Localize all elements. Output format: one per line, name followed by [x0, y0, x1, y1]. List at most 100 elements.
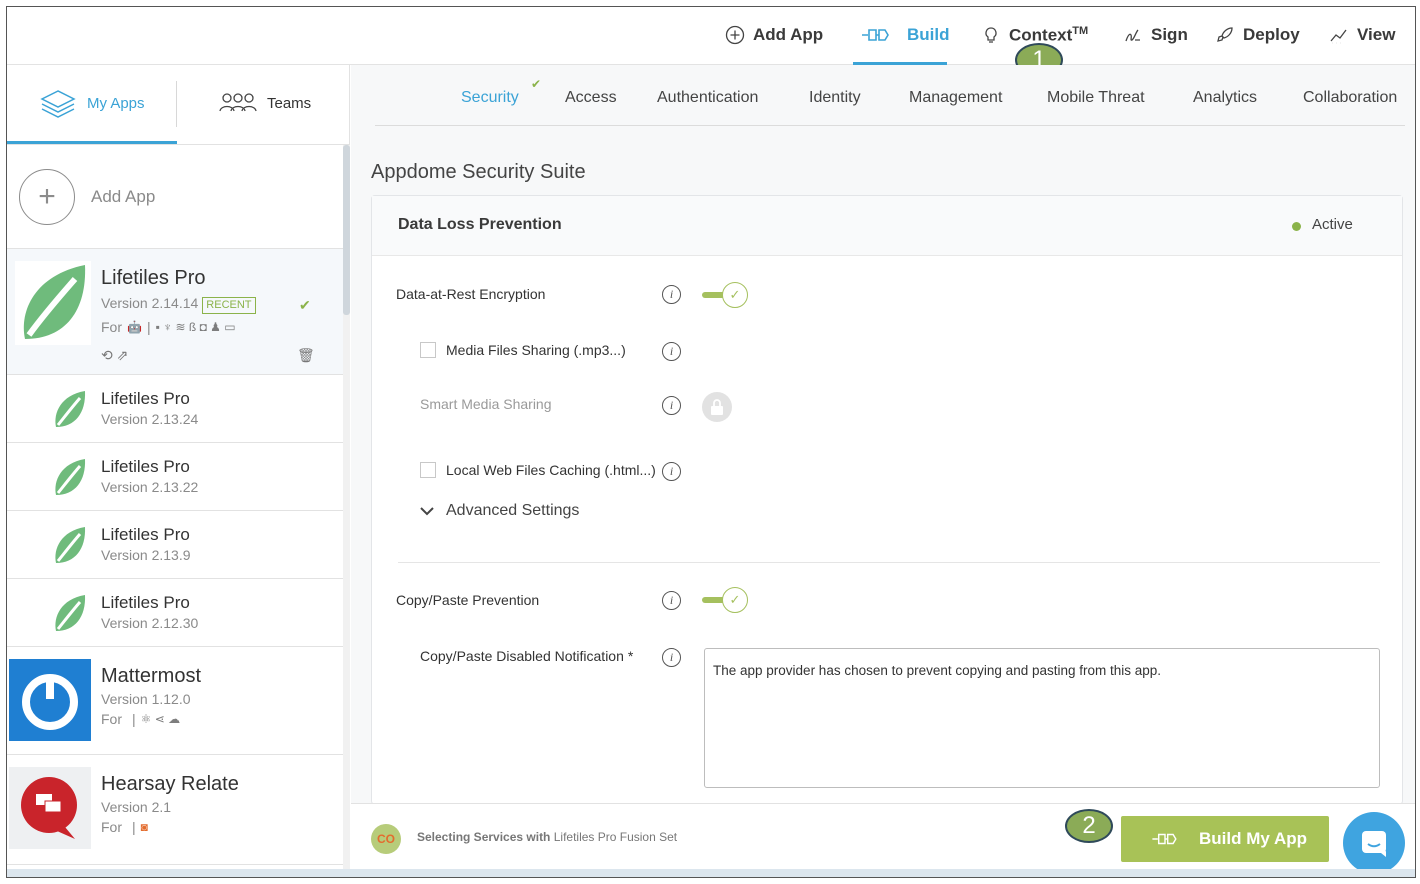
- copy-paste-toggle[interactable]: ✓: [702, 587, 748, 613]
- service-tabs: Security ✔ Access Authentication Identit…: [351, 65, 1415, 127]
- tab-my-apps[interactable]: My Apps: [39, 85, 145, 121]
- card-header: Data Loss Prevention Active: [372, 196, 1402, 256]
- dar-toggle[interactable]: ✓: [702, 282, 748, 308]
- tab-management[interactable]: Management: [909, 89, 1002, 107]
- tab-teams[interactable]: Teams: [219, 85, 311, 121]
- app-list-item[interactable]: Hearsay Relate Version 2.1 For | ◙: [7, 755, 343, 865]
- lightbulb-icon: [985, 27, 997, 43]
- dar-label: Data-at-Rest Encryption: [396, 286, 546, 302]
- app-list-item[interactable]: Lifetiles Pro Version 2.13.22: [7, 443, 343, 511]
- app-list-item[interactable]: Lifetiles Pro Version 2.14.14 RECENT ✔ Fo…: [7, 249, 343, 375]
- signature-icon: [1125, 29, 1140, 42]
- info-icon[interactable]: i: [662, 342, 681, 361]
- tab-teams-label: Teams: [267, 94, 312, 112]
- media-checkbox[interactable]: [420, 342, 436, 358]
- info-icon[interactable]: i: [662, 591, 681, 610]
- build-my-app-button[interactable]: Build My App: [1121, 816, 1329, 862]
- chat-icon[interactable]: [1343, 812, 1405, 874]
- app-platforms: For | ◙: [101, 819, 148, 835]
- share-team-icon[interactable]: ⟲ ⇗: [101, 347, 128, 364]
- info-icon[interactable]: i: [662, 285, 681, 304]
- app-version: Version 2.13.9: [101, 547, 191, 563]
- app-version: Version 2.12.30: [101, 615, 199, 631]
- main-panel: Security ✔ Access Authentication Identit…: [351, 65, 1415, 877]
- app-list-item[interactable]: Lifetiles Pro Version 2.13.24: [7, 375, 343, 443]
- tab-access[interactable]: Access: [565, 89, 617, 107]
- security-check-icon: ✔: [531, 77, 542, 91]
- capability-icons: ▪ ♆ ≋ ß ◘ ♟ ▭: [155, 320, 236, 334]
- info-icon[interactable]: i: [662, 396, 681, 415]
- chart-line-icon: [1330, 29, 1347, 44]
- app-list-item[interactable]: Lifetiles Pro Version 2.12.30: [7, 579, 343, 647]
- scroll-thumb[interactable]: [343, 145, 350, 315]
- app-version: Version 2.14.14 RECENT: [101, 295, 256, 314]
- team-people-icon: [219, 93, 257, 112]
- tab-collaboration[interactable]: Collaboration: [1303, 89, 1397, 107]
- info-icon[interactable]: i: [662, 462, 681, 481]
- nav-view-label: View: [1357, 25, 1396, 44]
- tab-identity[interactable]: Identity: [809, 89, 861, 107]
- nav-context-label: ContextTM: [1009, 24, 1089, 45]
- lock-icon: [702, 392, 732, 422]
- nav-build-label: Build: [907, 25, 950, 44]
- android-icon: 🤖: [127, 320, 142, 334]
- nav-deploy[interactable]: Deploy: [1215, 21, 1300, 49]
- notif-label: Copy/Paste Disabled Notification *: [420, 648, 634, 664]
- fusion-set-status: Selecting Services with Lifetiles Pro Fu…: [417, 830, 678, 844]
- app-list-item[interactable]: Lifetiles Pro Version 2.13.9: [7, 511, 343, 579]
- nav-view[interactable]: View: [1329, 21, 1395, 49]
- react-share-cloud-icons: ⚛ ⋖ ☁: [140, 712, 181, 726]
- app-version: Version 2.1: [101, 799, 172, 815]
- app-list-item[interactable]: Mattermost Version 1.12.0 For | ⚛ ⋖ ☁: [7, 647, 343, 755]
- tab-divider: [176, 81, 177, 127]
- sidebar-scrollbar[interactable]: [343, 145, 350, 877]
- web-cache-label: Local Web Files Caching (.html...): [446, 462, 656, 478]
- leaf-app-icon: [15, 261, 91, 345]
- nav-build[interactable]: Build: [853, 21, 950, 49]
- app-platforms: For | ⚛ ⋖ ☁: [101, 711, 181, 727]
- leaf-app-icon: [55, 595, 86, 631]
- app-name: Lifetiles Pro: [101, 457, 190, 476]
- check-icon: ✓: [722, 282, 748, 308]
- app-version: Version 1.12.0: [101, 691, 191, 707]
- trash-icon[interactable]: 🗑: [297, 347, 315, 364]
- card-title: Data Loss Prevention: [398, 216, 562, 233]
- app-sidebar: My Apps Teams + Add App Lifetiles Pro Ve…: [7, 65, 350, 877]
- app-name: Lifetiles Pro: [101, 525, 190, 544]
- web-cache-checkbox[interactable]: [420, 462, 436, 478]
- build-plug-icon: [862, 29, 889, 41]
- nav-add-app[interactable]: Add App: [725, 21, 823, 49]
- nav-add-app-label: Add App: [753, 25, 824, 44]
- tab-active-underline: [7, 141, 177, 144]
- layers-icon: [40, 90, 76, 118]
- check-icon: ✔: [299, 297, 311, 313]
- app-name: Lifetiles Pro: [101, 389, 190, 408]
- smart-media-label: Smart Media Sharing: [420, 396, 552, 412]
- info-icon[interactable]: i: [662, 648, 681, 667]
- top-navigation: Add App Build ContextTM Sign Deploy View: [7, 7, 1415, 65]
- app-name: Lifetiles Pro: [101, 593, 190, 612]
- bottom-scroll-strip: [7, 869, 1415, 877]
- tab-mobile-threat[interactable]: Mobile Threat: [1047, 89, 1145, 107]
- hearsay-logo-icon: [9, 767, 91, 849]
- add-app-plus-icon[interactable]: +: [19, 169, 75, 225]
- app-platforms: For 🤖 | ▪ ♆ ≋ ß ◘ ♟ ▭: [101, 319, 236, 335]
- recent-badge: RECENT: [202, 297, 256, 314]
- build-footer: CO Selecting Services with Lifetiles Pro…: [351, 803, 1415, 877]
- advanced-settings-toggle[interactable]: Advanced Settings: [420, 502, 579, 520]
- callout-2: 2: [1065, 809, 1113, 843]
- leaf-app-icon: [55, 391, 86, 427]
- notification-text-field[interactable]: The app provider has chosen to prevent c…: [704, 648, 1380, 788]
- build-my-app-label: Build My App: [1199, 829, 1307, 848]
- tab-my-apps-label: My Apps: [87, 94, 145, 112]
- add-app-row[interactable]: + Add App: [7, 145, 343, 249]
- nav-sign[interactable]: Sign: [1123, 21, 1188, 49]
- tab-authentication[interactable]: Authentication: [657, 89, 758, 107]
- tab-analytics[interactable]: Analytics: [1193, 89, 1257, 107]
- tab-security[interactable]: Security: [461, 89, 519, 107]
- chevron-down-icon: [420, 507, 434, 516]
- fusion-set-icon: CO: [371, 824, 401, 854]
- app-version: Version 2.13.24: [101, 411, 199, 427]
- tabs-divider: [375, 125, 1405, 126]
- copy-paste-label: Copy/Paste Prevention: [396, 592, 540, 608]
